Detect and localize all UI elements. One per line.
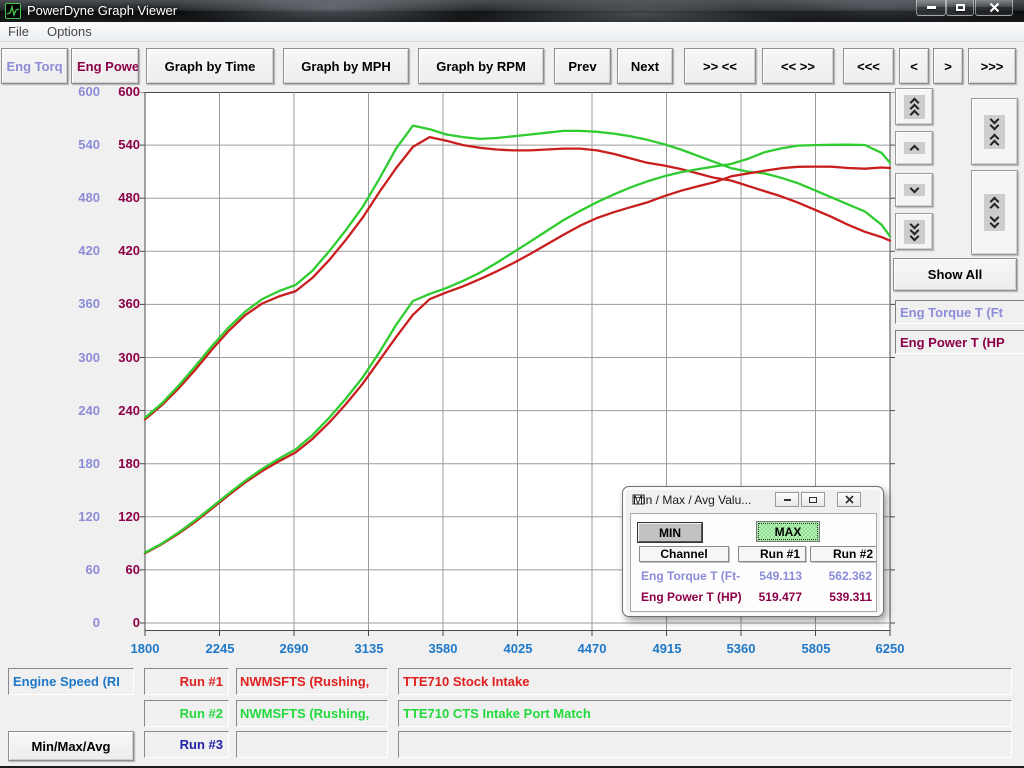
- app-icon: [5, 3, 21, 19]
- next-button[interactable]: Next: [617, 48, 673, 84]
- minimize-icon: [927, 6, 936, 9]
- zoom-in-button[interactable]: >> <<: [684, 48, 756, 84]
- y-axis-label-power: 0: [70, 615, 140, 631]
- menu-options[interactable]: Options: [47, 24, 92, 39]
- torque-run2-max: 562.362: [799, 569, 872, 583]
- chevron-down-icon: [904, 184, 925, 196]
- eng-torque-axis-button[interactable]: Eng Torq: [1, 48, 68, 84]
- run2-file-box: NWMSFTS (Rushing,: [236, 700, 388, 727]
- channel-column-header: Channel: [639, 546, 729, 562]
- min-toggle-button[interactable]: MIN: [638, 523, 702, 542]
- scroll-up-fast-button[interactable]: [895, 88, 933, 125]
- step-forward-button[interactable]: >: [933, 48, 963, 84]
- run3-file-box: [236, 731, 388, 758]
- y-axis-label-power: 60: [70, 562, 140, 578]
- y-axis-label-power: 180: [70, 456, 140, 472]
- x-axis-label: 2245: [185, 641, 255, 657]
- menu-bar: File Options: [0, 22, 1024, 42]
- collapse-scale-button[interactable]: [971, 98, 1018, 165]
- app-window: PowerDyne Graph Viewer File Options Eng …: [0, 0, 1024, 768]
- x-axis-label: 5360: [706, 641, 776, 657]
- chevrons-diverge-icon: [984, 194, 1005, 231]
- x-axis-label: 1800: [110, 641, 180, 657]
- run1-description-box[interactable]: TTE710 Stock Intake: [398, 668, 1012, 695]
- chevrons-converge-icon: [984, 115, 1005, 149]
- chevron-up-icon: [904, 142, 925, 154]
- minmax-table-panel: MIN MAX Channel Run #1 Run #2 Eng Torque…: [630, 513, 877, 612]
- close-button[interactable]: [975, 0, 1013, 16]
- y-axis-label-power: 540: [70, 137, 140, 153]
- y-axis-label-power: 120: [70, 509, 140, 525]
- minmax-maximize-button[interactable]: [801, 492, 825, 507]
- close-icon: [989, 2, 1000, 13]
- power-run2-max: 539.311: [799, 590, 872, 604]
- show-all-button[interactable]: Show All: [893, 258, 1017, 291]
- x-axis-label: 3135: [334, 641, 404, 657]
- x-axis-label: 5805: [781, 641, 851, 657]
- run2-column-header: Run #2: [810, 546, 877, 562]
- y-axis-label-power: 420: [70, 243, 140, 259]
- maximize-button[interactable]: [946, 0, 974, 16]
- run2-label-box: Run #2: [144, 700, 229, 727]
- minimize-button[interactable]: [916, 0, 946, 16]
- triple-chevron-up-icon: [904, 95, 925, 119]
- y-axis-label-power: 360: [70, 296, 140, 312]
- zoom-out-button[interactable]: << >>: [762, 48, 834, 84]
- minmax-window[interactable]: Min / Max / Avg Valu... MIN MAX Channel …: [622, 486, 884, 617]
- x-axis-label: 6250: [855, 641, 925, 657]
- y-axis-label-power: 240: [70, 403, 140, 419]
- scroll-down-fast-button[interactable]: [895, 213, 933, 250]
- y-axis-label-power: 300: [70, 350, 140, 366]
- scroll-up-button[interactable]: [895, 131, 933, 165]
- run2-description-box[interactable]: TTE710 CTS Intake Port Match: [398, 700, 1012, 727]
- step-back-button[interactable]: <: [899, 48, 929, 84]
- power-channel-box[interactable]: Eng Power T (HP: [895, 330, 1024, 354]
- close-icon: [845, 495, 854, 504]
- eng-power-axis-button[interactable]: Eng Powe: [71, 48, 139, 84]
- minmax-close-button[interactable]: [837, 492, 861, 507]
- x-axis-label: 4915: [632, 641, 702, 657]
- x-channel-box[interactable]: Engine Speed (RI: [8, 668, 134, 695]
- max-toggle-button[interactable]: MAX: [756, 521, 820, 542]
- scroll-down-button[interactable]: [895, 173, 933, 207]
- x-axis-label: 2690: [259, 641, 329, 657]
- graph-by-time-button[interactable]: Graph by Time: [146, 48, 274, 84]
- x-axis-label: 4025: [483, 641, 553, 657]
- minimize-icon: [784, 499, 791, 501]
- minmax-window-title: Min / Max / Avg Valu...: [633, 493, 751, 507]
- y-axis-label-power: 480: [70, 190, 140, 206]
- go-last-button[interactable]: >>>: [968, 48, 1016, 84]
- minmax-avg-button[interactable]: Min/Max/Avg: [8, 731, 134, 761]
- y-axis-label-power: 600: [70, 84, 140, 100]
- prev-button[interactable]: Prev: [554, 48, 611, 84]
- x-axis-label: 3580: [408, 641, 478, 657]
- torque-channel-box[interactable]: Eng Torque T (Ft: [895, 300, 1024, 324]
- x-axis-label: 4470: [557, 641, 627, 657]
- torque-run1-max: 549.113: [726, 569, 802, 583]
- run1-column-header: Run #1: [738, 546, 806, 562]
- minmax-minimize-button[interactable]: [775, 492, 799, 507]
- maximize-icon: [956, 4, 965, 11]
- go-first-button[interactable]: <<<: [843, 48, 894, 84]
- graph-by-mph-button[interactable]: Graph by MPH: [283, 48, 409, 84]
- run1-file-box: NWMSFTS (Rushing,: [236, 668, 388, 695]
- graph-by-rpm-button[interactable]: Graph by RPM: [418, 48, 544, 84]
- triple-chevron-down-icon: [904, 220, 925, 244]
- window-title: PowerDyne Graph Viewer: [27, 3, 177, 18]
- title-bar: PowerDyne Graph Viewer: [0, 0, 1024, 22]
- maximize-icon: [809, 497, 817, 503]
- run3-label-box: Run #3: [144, 731, 229, 758]
- power-run1-max: 519.477: [726, 590, 802, 604]
- run1-label-box: Run #1: [144, 668, 229, 695]
- expand-scale-button[interactable]: [971, 170, 1018, 255]
- menu-file[interactable]: File: [8, 24, 29, 39]
- run3-description-box[interactable]: [398, 731, 1012, 758]
